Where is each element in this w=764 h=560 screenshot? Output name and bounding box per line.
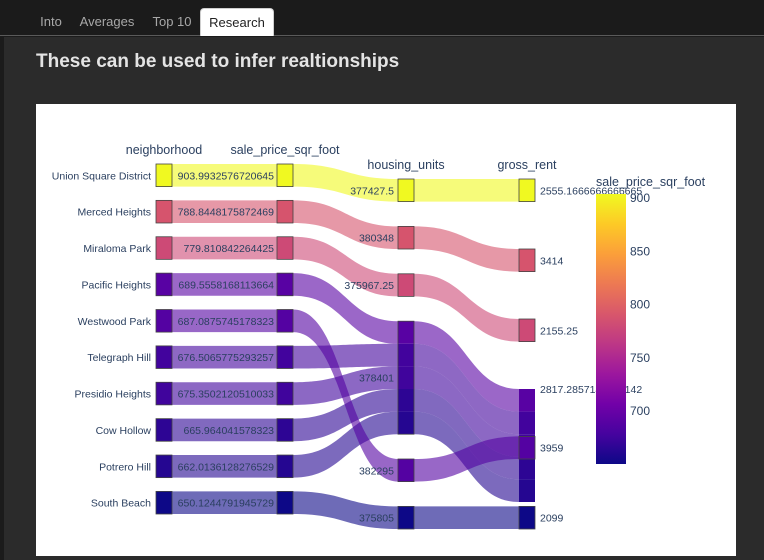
labels-layer: Union Square District Merced Heights Miral… (52, 143, 643, 525)
ribbon-south-beach-3[interactable] (414, 506, 519, 529)
category-label-gross-rent-1: 3414 (540, 255, 564, 267)
bar-segment-telegraph-hill-2 (277, 345, 293, 369)
tab-bar: Into Averages Top 10 Research (0, 0, 764, 36)
dimension-title-housing-units[interactable]: housing_units (367, 158, 444, 172)
category-label-neighborhood-4: Westwood Park (78, 316, 152, 328)
category-label-sale-price-sqr-foot-7: 665.964041578323 (183, 425, 274, 437)
bar-segment-merced-heights-4 (519, 249, 535, 272)
category-label-sale-price-sqr-foot-2: 779.810842264425 (183, 243, 274, 255)
category-label-housing-units-0: 377427.5 (350, 185, 394, 197)
bar-segment-westwood-park-1 (156, 309, 172, 333)
category-label-gross-rent-4: 3959 (540, 443, 564, 455)
parcats-svg: Union Square District Merced Heights Miral… (52, 143, 706, 530)
bar-segment-south-beach-2 (277, 491, 293, 514)
category-label-sale-price-sqr-foot-0: 903.9932576720645 (178, 170, 275, 182)
category-label-housing-units-1: 380348 (359, 233, 394, 245)
category-label-sale-price-sqr-foot-6: 675.3502120510033 (178, 389, 275, 401)
category-label-sale-price-sqr-foot-3: 689.5558168113664 (178, 279, 274, 291)
bar-segment-union-square-district-2 (277, 164, 293, 187)
bar-segment-telegraph-hill-1 (156, 345, 172, 369)
tab-averages[interactable]: Averages (74, 8, 140, 36)
bar-segment-cow-hollow-1 (156, 418, 172, 442)
bar-segment-presidio-heights-2 (277, 382, 293, 405)
bar-segment-union-square-district-1 (156, 164, 172, 187)
ribbons-layer (172, 164, 519, 529)
category-label-gross-rent-2: 2155.25 (540, 325, 578, 337)
bar-segment-presidio-heights-1 (156, 382, 172, 405)
category-label-gross-rent-5: 2099 (540, 513, 564, 525)
bar-segment-pacific-heights-2 (277, 273, 293, 296)
category-label-housing-units-4: 382295 (359, 465, 394, 477)
bar-segment-south-beach-3 (398, 506, 414, 529)
bar-segment-telegraph-hill-4 (519, 411, 535, 435)
bar-segment-westwood-park-4 (519, 436, 535, 459)
bar-segment-union-square-district-3 (398, 179, 414, 202)
bar-segment-south-beach-4 (519, 506, 535, 529)
parallel-categories-chart: Union Square District Merced Heights Miral… (36, 104, 736, 556)
category-label-neighborhood-2: Miraloma Park (83, 243, 151, 255)
bar-segment-potrero-hill-3 (398, 411, 414, 435)
bar-segment-merced-heights-2 (277, 200, 293, 223)
tab-research[interactable]: Research (200, 8, 274, 36)
bar-segment-miraloma-park-1 (156, 236, 172, 260)
bar-segment-cow-hollow-4 (519, 456, 535, 480)
ribbon-union-square-district-3[interactable] (414, 179, 519, 202)
category-label-neighborhood-1: Merced Heights (77, 207, 151, 219)
bar-segment-union-square-district-4 (519, 179, 535, 202)
colorbar-gradient (596, 194, 626, 464)
bar-segment-cow-hollow-2 (277, 418, 293, 442)
page-heading: These can be used to infer realtionships (36, 51, 400, 72)
bar-segment-presidio-heights-3 (398, 366, 414, 389)
colorbar-tick-850: 850 (630, 244, 650, 258)
category-label-neighborhood-5: Telegraph Hill (87, 352, 151, 364)
category-label-neighborhood-7: Cow Hollow (96, 425, 152, 437)
bar-segment-westwood-park-3 (398, 459, 414, 482)
category-label-neighborhood-9: South Beach (91, 498, 151, 510)
bar-segment-potrero-hill-1 (156, 455, 172, 478)
bar-segment-pacific-heights-4 (519, 389, 535, 412)
dimension-title-gross-rent[interactable]: gross_rent (497, 158, 557, 172)
bar-segment-pacific-heights-1 (156, 273, 172, 296)
category-label-sale-price-sqr-foot-9: 650.1244791945729 (178, 498, 275, 510)
colorbar-tick-700: 700 (630, 404, 650, 418)
colorbar-tick-750: 750 (630, 351, 650, 365)
ribbon-merced-heights-3[interactable] (414, 226, 519, 272)
category-label-sale-price-sqr-foot-4: 687.0875745178323 (178, 316, 275, 328)
bar-segment-miraloma-park-3 (398, 273, 414, 297)
category-label-neighborhood-6: Presidio Heights (75, 389, 151, 401)
category-label-gross-rent-3: 2817.2857142857142 (540, 384, 642, 396)
category-label-sale-price-sqr-foot-1: 788.8448175872469 (178, 207, 275, 219)
bar-segment-cow-hollow-3 (398, 389, 414, 412)
bar-segment-merced-heights-3 (398, 226, 414, 249)
ribbon-telegraph-hill-2[interactable] (293, 343, 398, 369)
bar-segment-merced-heights-1 (156, 200, 172, 223)
category-label-housing-units-2: 375967.25 (344, 280, 394, 292)
colorbar-tick-800: 800 (630, 298, 650, 312)
category-label-neighborhood-8: Potrero Hill (99, 461, 151, 473)
dimension-title-sale-price-sqr-foot[interactable]: sale_price_sqr_foot (230, 143, 340, 157)
category-label-neighborhood-0: Union Square District (52, 170, 151, 182)
tab-top-10[interactable]: Top 10 (146, 8, 198, 36)
colorbar: sale_price_sqr_foot 700 750 800 850 900 (596, 175, 706, 464)
colorbar-title: sale_price_sqr_foot (596, 175, 706, 189)
bar-segment-miraloma-park-4 (519, 319, 535, 342)
bar-segment-westwood-park-2 (277, 309, 293, 333)
category-label-neighborhood-3: Pacific Heights (82, 279, 151, 291)
bar-segment-miraloma-park-2 (277, 236, 293, 260)
bar-segment-pacific-heights-3 (398, 321, 414, 344)
bar-segment-south-beach-1 (156, 491, 172, 514)
category-label-sale-price-sqr-foot-5: 676.5065775293257 (178, 352, 275, 364)
category-label-housing-units-5: 375805 (359, 513, 394, 525)
dimension-title-neighborhood[interactable]: neighborhood (126, 143, 203, 157)
category-label-sale-price-sqr-foot-8: 662.0136128276529 (178, 461, 275, 473)
bar-segment-potrero-hill-2 (277, 455, 293, 478)
bar-segment-potrero-hill-4 (519, 479, 535, 502)
colorbar-tick-900: 900 (630, 191, 650, 205)
category-label-housing-units-3: 378401 (359, 373, 394, 385)
bar-segment-telegraph-hill-3 (398, 343, 414, 367)
tab-into[interactable]: Into (32, 8, 70, 36)
